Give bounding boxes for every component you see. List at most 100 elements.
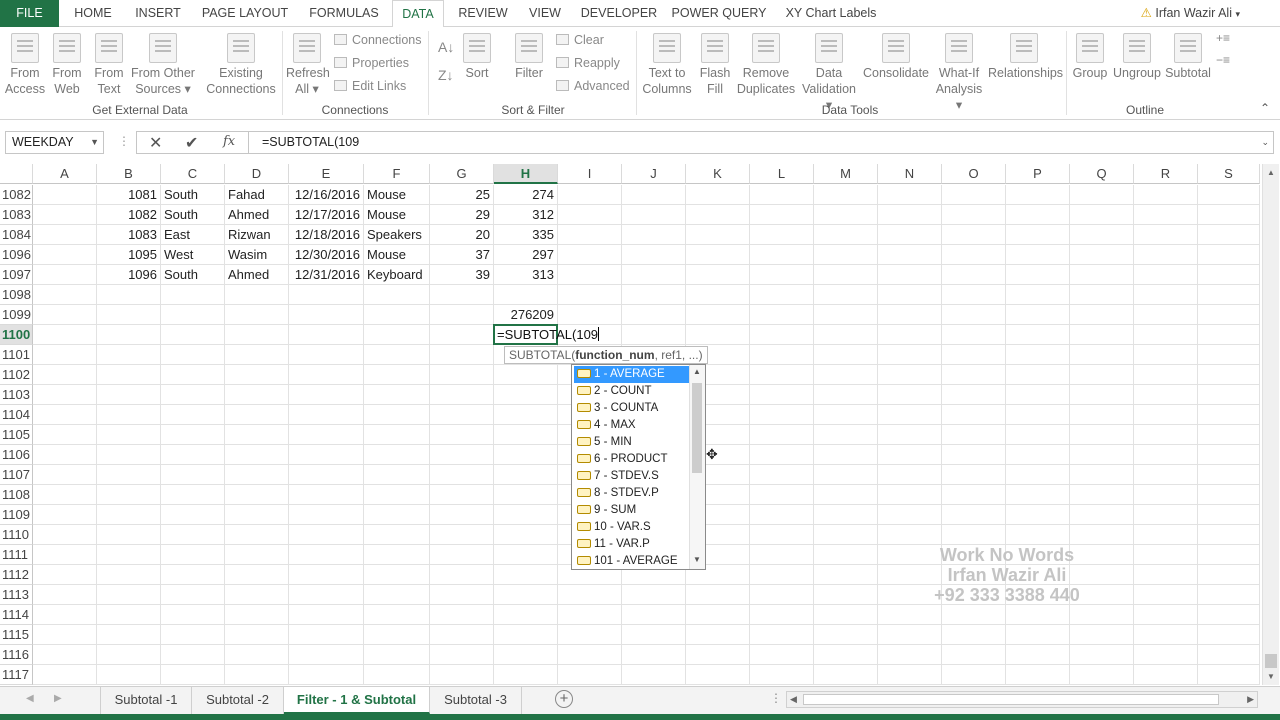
cell[interactable] <box>225 485 289 505</box>
cell[interactable]: 312 <box>494 205 558 225</box>
autocomplete-item[interactable]: 1 - AVERAGE <box>574 366 690 383</box>
cell[interactable] <box>364 285 430 305</box>
cell[interactable] <box>289 345 364 365</box>
cell[interactable] <box>161 605 225 625</box>
cell[interactable] <box>686 325 750 345</box>
cell[interactable] <box>750 325 814 345</box>
cell[interactable] <box>430 385 494 405</box>
cell[interactable] <box>750 285 814 305</box>
autocomplete-item[interactable]: 4 - MAX <box>574 417 690 434</box>
cell[interactable] <box>97 325 161 345</box>
autocomplete-item[interactable]: 10 - VAR.S <box>574 519 690 536</box>
cell[interactable] <box>1198 265 1260 285</box>
cell[interactable] <box>33 485 97 505</box>
cell[interactable] <box>225 585 289 605</box>
cell[interactable] <box>942 325 1006 345</box>
cell[interactable] <box>161 285 225 305</box>
cell[interactable] <box>750 405 814 425</box>
cell[interactable] <box>430 485 494 505</box>
cell[interactable] <box>33 305 97 325</box>
column-header-g[interactable]: G <box>430 164 494 184</box>
row-header[interactable]: 1082 <box>0 185 33 205</box>
cell[interactable] <box>1006 445 1070 465</box>
cell[interactable] <box>942 305 1006 325</box>
cell[interactable] <box>430 445 494 465</box>
cell[interactable] <box>1198 305 1260 325</box>
row-header[interactable]: 1114 <box>0 605 33 625</box>
cell[interactable] <box>750 425 814 445</box>
cell[interactable] <box>33 205 97 225</box>
cell[interactable] <box>97 565 161 585</box>
cell[interactable] <box>622 605 686 625</box>
cell[interactable]: Mouse <box>364 245 430 265</box>
cell[interactable] <box>97 665 161 685</box>
cell[interactable] <box>364 345 430 365</box>
cell[interactable] <box>494 625 558 645</box>
cell[interactable] <box>161 625 225 645</box>
row-header[interactable]: 1098 <box>0 285 33 305</box>
cell[interactable] <box>1134 485 1198 505</box>
cell[interactable] <box>1006 285 1070 305</box>
filter-button[interactable]: Filter <box>510 33 548 81</box>
cell[interactable] <box>97 485 161 505</box>
cell[interactable] <box>1006 185 1070 205</box>
cell[interactable] <box>1006 245 1070 265</box>
cell[interactable] <box>97 285 161 305</box>
cell[interactable] <box>814 325 878 345</box>
cell[interactable] <box>558 605 622 625</box>
cell[interactable] <box>33 285 97 305</box>
scroll-down-icon[interactable]: ▼ <box>1267 672 1275 681</box>
cell[interactable] <box>878 365 942 385</box>
column-header-l[interactable]: L <box>750 164 814 184</box>
cell[interactable]: 276209 <box>494 305 558 325</box>
cell[interactable] <box>430 605 494 625</box>
cell[interactable] <box>878 385 942 405</box>
cell[interactable]: 12/31/2016 <box>289 265 364 285</box>
cell[interactable] <box>494 385 558 405</box>
cell[interactable] <box>1134 445 1198 465</box>
row-header[interactable]: 1111 <box>0 545 33 565</box>
cell[interactable] <box>1134 565 1198 585</box>
cell[interactable] <box>97 405 161 425</box>
cell[interactable]: Keyboard <box>364 265 430 285</box>
cell[interactable] <box>1134 205 1198 225</box>
cell[interactable]: 1082 <box>97 205 161 225</box>
cell[interactable] <box>814 285 878 305</box>
cell[interactable] <box>494 505 558 525</box>
cell[interactable] <box>750 385 814 405</box>
cell[interactable] <box>1006 645 1070 665</box>
cell[interactable] <box>1198 405 1260 425</box>
column-header-i[interactable]: I <box>558 164 622 184</box>
cell[interactable] <box>33 525 97 545</box>
cell[interactable] <box>364 425 430 445</box>
cell[interactable] <box>1134 285 1198 305</box>
cell[interactable] <box>1134 245 1198 265</box>
scroll-thumb[interactable] <box>1265 654 1277 668</box>
cell[interactable] <box>225 445 289 465</box>
row-header[interactable]: 1083 <box>0 205 33 225</box>
cell[interactable]: 12/30/2016 <box>289 245 364 265</box>
cell[interactable] <box>225 465 289 485</box>
cell[interactable] <box>878 245 942 265</box>
cell[interactable] <box>161 505 225 525</box>
cell[interactable]: South <box>161 265 225 285</box>
data-validation-button[interactable]: Data Validation ▾ <box>798 33 860 113</box>
cell[interactable] <box>1070 525 1134 545</box>
cell[interactable] <box>494 545 558 565</box>
cell[interactable] <box>1006 305 1070 325</box>
cell[interactable] <box>161 645 225 665</box>
tab-xy-chart-labels[interactable]: XY Chart Labels <box>778 0 884 27</box>
cell[interactable] <box>878 445 942 465</box>
column-header-c[interactable]: C <box>161 164 225 184</box>
cell[interactable] <box>686 285 750 305</box>
cell[interactable] <box>33 365 97 385</box>
cell[interactable] <box>1070 245 1134 265</box>
row-header[interactable]: 1103 <box>0 385 33 405</box>
cell[interactable] <box>494 405 558 425</box>
tab-data[interactable]: DATA <box>392 0 444 28</box>
cell[interactable] <box>494 485 558 505</box>
cell[interactable]: 25 <box>430 185 494 205</box>
cell[interactable] <box>1006 465 1070 485</box>
relationships-button[interactable]: Relationships <box>988 33 1063 81</box>
cell[interactable] <box>430 525 494 545</box>
